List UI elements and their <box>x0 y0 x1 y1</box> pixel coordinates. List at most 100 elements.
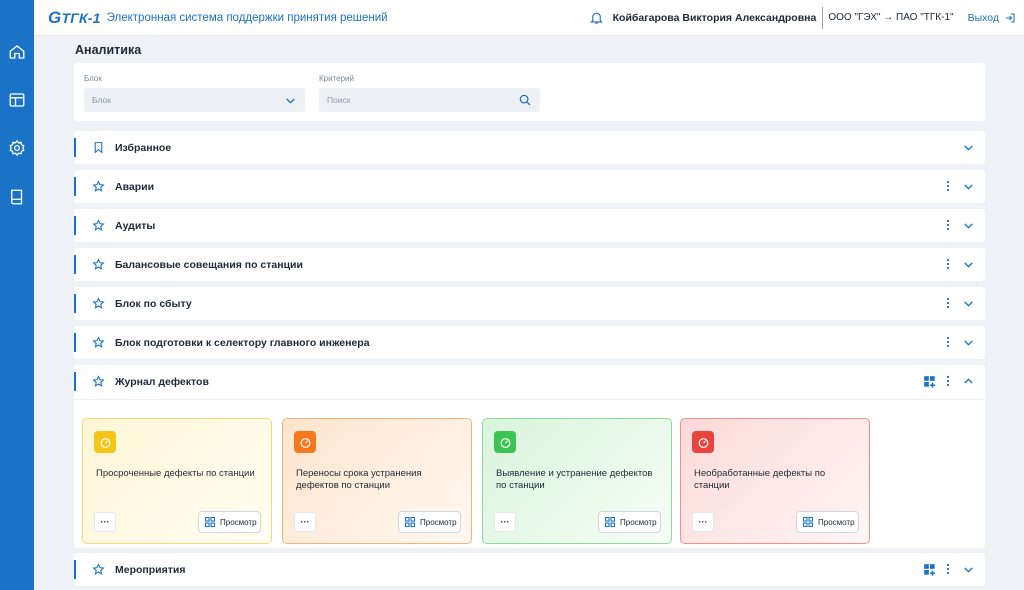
layout-icon[interactable] <box>0 83 34 117</box>
search-placeholder: Поиск <box>327 95 351 105</box>
widget-more-button[interactable]: ··· <box>692 512 714 532</box>
widget-view-button[interactable]: Просмотр <box>796 511 859 533</box>
block-select[interactable]: Блок <box>84 88 305 112</box>
widget-more-button[interactable]: ··· <box>94 512 116 532</box>
logout-button[interactable]: Выход <box>968 12 1016 24</box>
dashboard-icon <box>404 516 416 528</box>
section-defects-journal: Журнал дефектов Просроченные дефекты по … <box>74 365 985 548</box>
gear-icon[interactable] <box>0 131 34 165</box>
section-title: Аварии <box>115 181 155 193</box>
search-input[interactable]: Поиск <box>319 88 540 112</box>
widget-more-button[interactable]: ··· <box>294 512 316 532</box>
add-widget-icon[interactable] <box>923 375 937 389</box>
organization-switcher[interactable]: ООО "ГЭХ" → ПАО "ТГК-1" <box>823 12 967 23</box>
chevron-down-icon[interactable] <box>962 258 975 271</box>
star-icon[interactable] <box>92 375 105 388</box>
row-accent <box>74 138 76 157</box>
add-widget-icon[interactable] <box>923 563 937 577</box>
gauge-icon <box>494 431 516 453</box>
widget-card[interactable]: Выявление и устранение дефектов по станц… <box>482 418 672 544</box>
dashboard-icon <box>204 516 216 528</box>
widget-more-button[interactable]: ··· <box>494 512 516 532</box>
star-icon[interactable] <box>92 258 105 271</box>
section-chief-engineer-selector[interactable]: Блок подготовки к селектору главного инж… <box>74 326 985 359</box>
more-vertical-icon[interactable] <box>943 297 953 310</box>
bookmark-icon <box>92 141 105 154</box>
star-icon[interactable] <box>92 180 105 193</box>
chevron-down-icon[interactable] <box>962 563 975 576</box>
section-title: Журнал дефектов <box>115 376 209 388</box>
section-title: Аудиты <box>115 220 156 232</box>
filters-panel: Блок Блок Критерий Поиск <box>74 63 985 121</box>
more-vertical-icon[interactable] <box>943 375 953 388</box>
logout-label: Выход <box>967 11 999 24</box>
logo-g: G <box>48 7 62 27</box>
star-icon[interactable] <box>92 219 105 232</box>
gauge-icon <box>94 431 116 453</box>
block-filter-label: Блок <box>84 74 102 83</box>
widget-view-label: Просмотр <box>420 517 457 527</box>
section-title: Избранное <box>115 142 172 154</box>
section-balance-meetings[interactable]: Балансовые совещания по станции <box>74 248 985 281</box>
gauge-icon <box>294 431 316 453</box>
star-icon[interactable] <box>92 563 105 576</box>
search-icon[interactable] <box>518 93 532 107</box>
dashboard-icon <box>802 516 814 528</box>
widget-view-label: Просмотр <box>620 517 657 527</box>
chevron-down-icon[interactable] <box>962 297 975 310</box>
section-sales[interactable]: Блок по сбыту <box>74 287 985 320</box>
section-header[interactable]: Журнал дефектов <box>74 365 985 398</box>
dashboard-icon <box>604 516 616 528</box>
logo-text: ТГК-1 <box>61 9 101 26</box>
row-accent <box>74 255 76 274</box>
section-title: Мероприятия <box>115 564 186 576</box>
section-title: Блок по сбыту <box>115 298 192 310</box>
chevron-down-icon[interactable] <box>962 219 975 232</box>
row-accent <box>74 372 76 391</box>
user-name[interactable]: Койбагарова Виктория Александровна <box>613 12 823 24</box>
widget-title: Переносы срока устранения дефектов по ст… <box>296 468 422 491</box>
block-select-value: Блок <box>92 95 111 105</box>
company-logo[interactable]: G ТГК-1 <box>48 8 101 28</box>
widget-view-button[interactable]: Просмотр <box>598 511 661 533</box>
section-title: Блок подготовки к селектору главного инж… <box>115 337 370 349</box>
more-vertical-icon[interactable] <box>943 180 953 193</box>
chevron-up-icon[interactable] <box>962 375 975 388</box>
sidebar <box>0 0 34 590</box>
section-title: Балансовые совещания по станции <box>115 259 303 271</box>
top-bar: G ТГК-1 Электронная система поддержки пр… <box>34 0 1024 36</box>
logout-icon <box>1006 13 1015 22</box>
chevron-down-icon[interactable] <box>962 141 975 154</box>
widget-card[interactable]: Необработанные дефекты по станции ··· Пр… <box>680 418 870 544</box>
app-title: Электронная система поддержки принятия р… <box>106 11 388 24</box>
section-divider <box>74 399 985 400</box>
star-icon[interactable] <box>92 336 105 349</box>
chevron-down-icon[interactable] <box>962 336 975 349</box>
widget-title: Выявление и устранение дефектов по станц… <box>496 468 653 491</box>
more-vertical-icon[interactable] <box>943 258 953 271</box>
widget-view-button[interactable]: Просмотр <box>198 511 261 533</box>
bell-icon[interactable] <box>589 10 605 26</box>
widget-title: Просроченные дефекты по станции <box>96 468 255 479</box>
widget-card[interactable]: Переносы срока устранения дефектов по ст… <box>282 418 472 544</box>
widget-view-button[interactable]: Просмотр <box>398 511 461 533</box>
more-vertical-icon[interactable] <box>943 219 953 232</box>
row-accent <box>74 333 76 352</box>
more-vertical-icon[interactable] <box>943 563 953 576</box>
row-accent <box>74 177 76 196</box>
widget-card[interactable]: Просроченные дефекты по станции ··· Прос… <box>82 418 272 544</box>
home-icon[interactable] <box>0 35 34 69</box>
star-icon[interactable] <box>92 297 105 310</box>
section-audits[interactable]: Аудиты <box>74 209 985 242</box>
chevron-down-icon <box>283 93 297 107</box>
row-accent <box>74 216 76 235</box>
more-vertical-icon[interactable] <box>943 336 953 349</box>
gauge-icon <box>692 431 714 453</box>
widget-title: Необработанные дефекты по станции <box>694 468 826 491</box>
row-accent <box>74 294 76 313</box>
section-activities[interactable]: Мероприятия <box>74 553 985 586</box>
book-icon[interactable] <box>0 180 34 214</box>
section-favorites[interactable]: Избранное <box>74 131 985 164</box>
chevron-down-icon[interactable] <box>962 180 975 193</box>
section-accidents[interactable]: Аварии <box>74 170 985 203</box>
